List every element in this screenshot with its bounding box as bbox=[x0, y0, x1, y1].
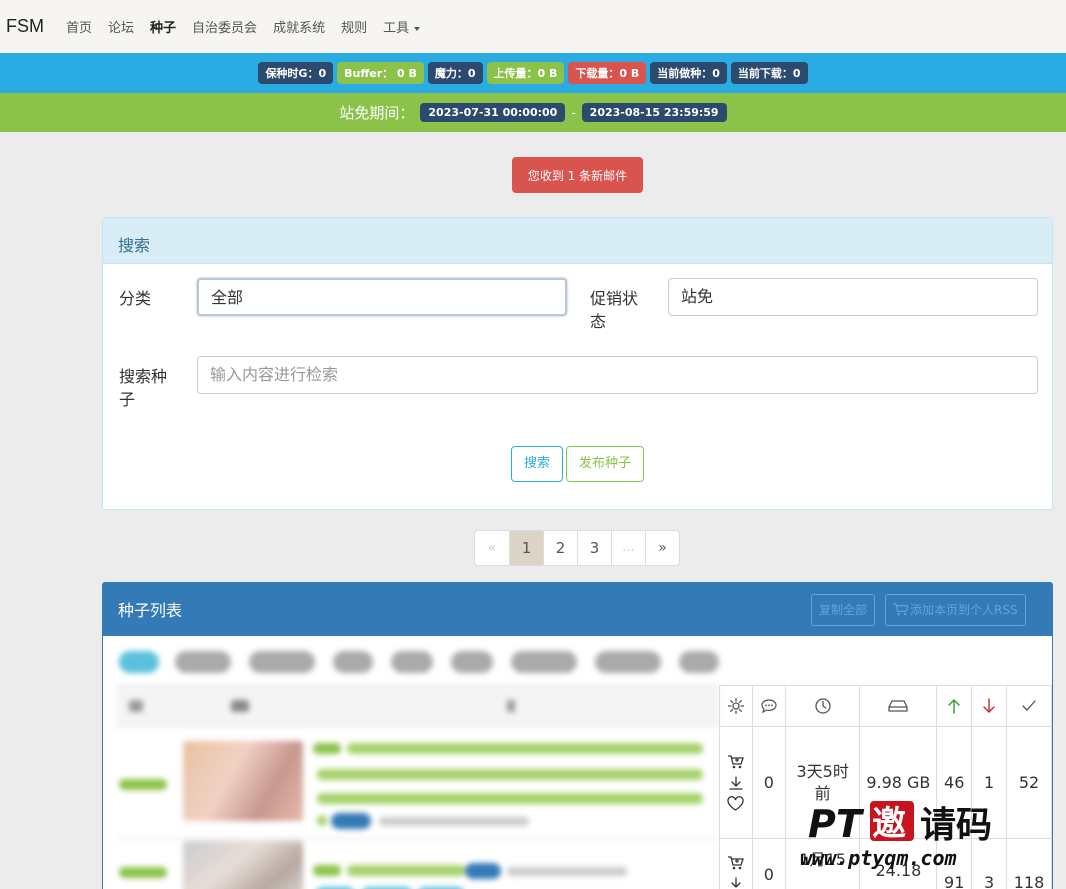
svg-text:请码: 请码 bbox=[920, 805, 992, 846]
promo-status-label: 促销状 态 bbox=[590, 287, 638, 333]
add-rss-label: 添加本页到个人RSS bbox=[910, 603, 1018, 617]
nav-item-home[interactable]: 首页 bbox=[66, 17, 92, 36]
category-chip[interactable] bbox=[679, 651, 719, 673]
caret-down-icon bbox=[414, 26, 421, 31]
table-row[interactable] bbox=[117, 726, 719, 838]
table-header-row bbox=[117, 685, 719, 726]
arrow-down-icon bbox=[983, 698, 995, 714]
row-age-line1: 3天5时 bbox=[796, 761, 849, 781]
promo-status-label-line1: 促销状 bbox=[590, 289, 639, 308]
stats-header-row bbox=[719, 685, 1052, 727]
nav-item-committee[interactable]: 自治委员会 bbox=[192, 17, 257, 36]
keyword-search-input[interactable]: 输入内容进行检索 bbox=[197, 356, 1038, 394]
age-column-header[interactable] bbox=[784, 685, 861, 727]
stat-leeching: 当前下载：0 bbox=[730, 62, 808, 84]
new-mail-button[interactable]: 您收到 1 条新邮件 bbox=[512, 157, 643, 193]
stat-buffer: Buffer： 0 B bbox=[337, 62, 424, 84]
keyword-label-line2: 子 bbox=[119, 390, 136, 409]
download-icon[interactable] bbox=[728, 775, 744, 791]
category-select[interactable]: 全部 bbox=[197, 278, 567, 316]
heart-icon[interactable] bbox=[727, 796, 745, 811]
top-navbar: FSM 首页 论坛 种子 自治委员会 成就系统 规则 工具 bbox=[0, 0, 1066, 53]
comment-icon bbox=[761, 699, 777, 714]
cart-icon[interactable] bbox=[727, 754, 745, 770]
svg-text:www.ptyqm.com: www.ptyqm.com bbox=[800, 846, 957, 870]
search-button[interactable]: 搜索 bbox=[511, 446, 563, 482]
torrent-list-header: 种子列表 复制全部 添加本页到个人RSS bbox=[103, 583, 1052, 636]
clock-icon bbox=[814, 698, 831, 714]
pagination-page-2[interactable]: 2 bbox=[543, 531, 577, 565]
add-rss-button[interactable]: 添加本页到个人RSS bbox=[885, 594, 1026, 626]
free-period-end: 2023-08-15 23:59:59 bbox=[581, 103, 727, 122]
free-period-bar: 站免期间： 2023-07-31 00:00:00 - 2023-08-15 2… bbox=[0, 93, 1066, 132]
size-column-header[interactable] bbox=[859, 685, 938, 727]
svg-text:邀: 邀 bbox=[872, 804, 906, 844]
completed-column-header[interactable] bbox=[1006, 685, 1052, 727]
torrent-list-title: 种子列表 bbox=[118, 601, 183, 620]
gear-icon bbox=[727, 697, 745, 715]
stat-magic: 魔力：0 bbox=[427, 62, 483, 84]
stat-seed-time: 保种时G：0 bbox=[258, 62, 334, 84]
comments-column-header[interactable] bbox=[751, 685, 786, 727]
hard-drive-icon bbox=[888, 700, 909, 712]
row-actions bbox=[719, 726, 753, 839]
nav-item-forum[interactable]: 论坛 bbox=[108, 17, 134, 36]
download-icon[interactable] bbox=[728, 876, 744, 889]
publish-torrent-button[interactable]: 发布种子 bbox=[566, 446, 644, 482]
pagination-next[interactable]: » bbox=[645, 531, 679, 565]
category-chip[interactable] bbox=[175, 651, 231, 673]
category-label: 分类 bbox=[119, 289, 152, 308]
stat-download: 下载量：0 B bbox=[568, 62, 647, 84]
pagination-prev[interactable]: « bbox=[475, 531, 509, 565]
nav-tools-label: 工具 bbox=[383, 21, 410, 36]
seeders-column-header[interactable] bbox=[936, 685, 973, 727]
nav-item-torrents[interactable]: 种子 bbox=[150, 17, 176, 36]
category-chip[interactable] bbox=[333, 651, 373, 673]
pagination-page-3[interactable]: 3 bbox=[577, 531, 611, 565]
stat-seeding: 当前做种：0 bbox=[650, 62, 727, 84]
nav-item-tools[interactable]: 工具 bbox=[383, 17, 421, 36]
pagination-ellipsis: ... bbox=[611, 531, 645, 565]
search-panel-title: 搜索 bbox=[103, 218, 1052, 264]
row-actions bbox=[719, 838, 753, 889]
category-chip[interactable] bbox=[249, 651, 315, 673]
free-period-separator: - bbox=[571, 105, 576, 120]
watermark-logo: PT 邀 请码 www.ptyqm.com bbox=[800, 801, 992, 870]
row-comments[interactable]: 0 bbox=[751, 838, 786, 889]
svg-text:PT: PT bbox=[808, 802, 865, 846]
checkmark-icon bbox=[1022, 700, 1036, 711]
category-chip[interactable] bbox=[391, 651, 433, 673]
free-period-label: 站免期间： bbox=[339, 104, 415, 122]
category-chip[interactable] bbox=[119, 651, 159, 673]
stat-upload: 上传量：0 B bbox=[486, 62, 565, 84]
nav-item-achievements[interactable]: 成就系统 bbox=[273, 17, 325, 36]
category-chip[interactable] bbox=[511, 651, 577, 673]
category-chip[interactable] bbox=[451, 651, 493, 673]
arrow-up-icon bbox=[948, 698, 960, 714]
category-chip[interactable] bbox=[595, 651, 661, 673]
promo-status-select[interactable]: 站免 bbox=[668, 278, 1038, 316]
cart-icon bbox=[893, 603, 909, 616]
user-stats-bar: 保种时G：0 Buffer： 0 B 魔力：0 上传量：0 B 下载量：0 B … bbox=[0, 53, 1066, 93]
cart-icon[interactable] bbox=[727, 855, 745, 871]
row-comments[interactable]: 0 bbox=[751, 726, 786, 839]
free-period-start: 2023-07-31 00:00:00 bbox=[420, 103, 566, 122]
brand-logo[interactable]: FSM bbox=[6, 16, 44, 37]
search-panel: 搜索 分类 全部 促销状 态 站免 搜索种 子 输入内容进行检索 搜索 发布种子 bbox=[102, 217, 1053, 510]
promo-status-label-line2: 态 bbox=[590, 312, 607, 331]
table-row[interactable] bbox=[117, 838, 719, 889]
pagination-page-1[interactable]: 1 bbox=[509, 531, 543, 565]
keyword-label: 搜索种 子 bbox=[119, 365, 167, 411]
nav-item-rules[interactable]: 规则 bbox=[341, 17, 367, 36]
pagination: « 1 2 3 ... » bbox=[474, 530, 680, 566]
keyword-label-line1: 搜索种 bbox=[119, 367, 168, 386]
blurred-torrent-content bbox=[117, 641, 719, 889]
leechers-column-header[interactable] bbox=[971, 685, 1008, 727]
actions-column-header bbox=[719, 685, 753, 727]
copy-all-button[interactable]: 复制全部 bbox=[811, 594, 876, 626]
